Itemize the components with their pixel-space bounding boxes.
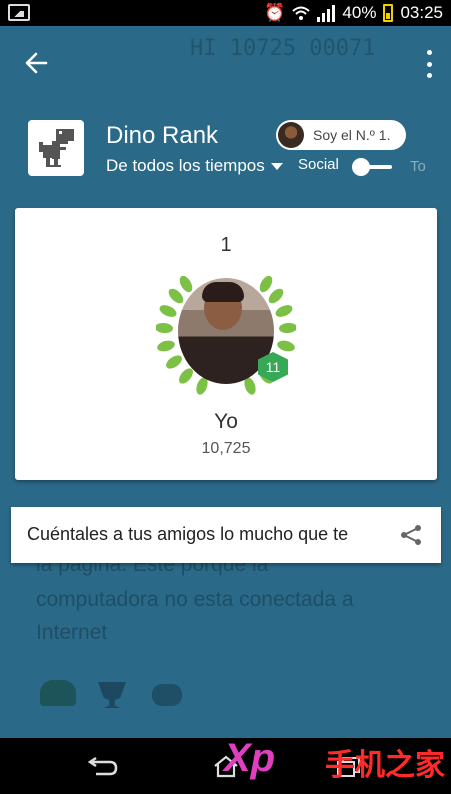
player-score: 10,725 — [201, 440, 251, 457]
signal-icon — [317, 4, 336, 22]
status-bar: ⏰ 40% 03:25 — [0, 0, 451, 26]
overflow-menu-icon[interactable] — [425, 50, 433, 78]
player-rank: 1 — [220, 234, 232, 256]
social-toggle[interactable] — [352, 158, 392, 176]
rank-badge[interactable]: Soy el N.º 1. — [276, 120, 406, 150]
share-prompt[interactable]: Cuéntales a tus amigos lo mucho que te — [11, 507, 441, 563]
alarm-icon: ⏰ — [264, 3, 286, 22]
social-label: Social — [298, 156, 339, 173]
player-rank-card[interactable]: 1 11 Yo 10,725 — [15, 208, 437, 480]
faded-tab-label: To — [410, 158, 426, 175]
leaderboard-header: Dino Rank De todos los tiempos Social To… — [0, 26, 451, 206]
badge-avatar — [278, 122, 304, 148]
background-people-icon — [152, 684, 182, 706]
background-text-line2: computadora no esta conectada a — [36, 588, 354, 611]
watermark-text: 手机之家 — [325, 749, 445, 782]
share-icon[interactable] — [399, 523, 423, 547]
gallery-notification-icon — [8, 4, 30, 21]
back-nav-icon[interactable] — [86, 756, 120, 780]
share-text: Cuéntales a tus amigos lo mucho que te — [27, 524, 349, 544]
player-name: Yo — [214, 410, 238, 433]
time-filter-dropdown[interactable]: De todos los tiempos — [106, 156, 283, 176]
background-controller-icon — [40, 680, 76, 706]
game-icon — [28, 120, 84, 176]
time-filter-label: De todos los tiempos — [106, 156, 265, 175]
dino-icon — [39, 129, 74, 167]
leaderboard-title: Dino Rank — [106, 122, 219, 149]
battery-icon — [383, 4, 394, 22]
badge-label: Soy el N.º 1. — [313, 127, 391, 143]
chevron-down-icon — [270, 162, 283, 170]
wifi-icon — [292, 6, 311, 20]
watermark-logo: Xp — [224, 736, 276, 780]
toggle-knob — [352, 158, 370, 176]
battery-percent: 40% — [342, 3, 377, 22]
background-text-line3: Internet — [36, 621, 108, 644]
back-arrow-icon[interactable] — [22, 48, 52, 78]
clock: 03:25 — [400, 3, 443, 22]
player-avatar: 11 — [156, 276, 296, 396]
status-icons: ⏰ 40% 03:25 — [264, 0, 443, 26]
